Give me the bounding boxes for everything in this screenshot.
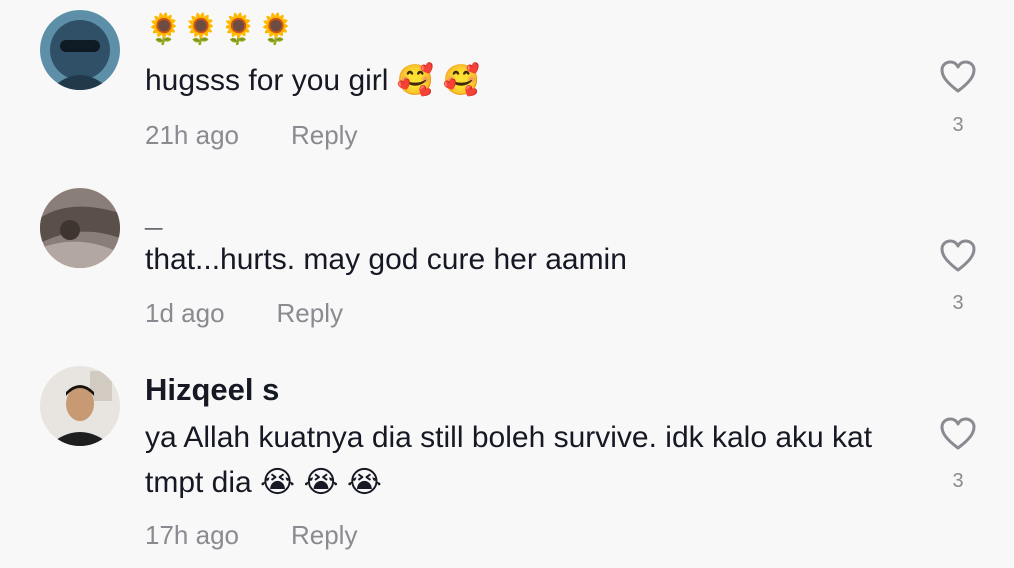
like-count: 3 <box>952 470 964 492</box>
timestamp: 1d ago <box>145 298 225 328</box>
comment-meta: 21h ago Reply <box>145 120 357 150</box>
comment-text: ya Allah kuatnya dia still boleh survive… <box>145 421 873 499</box>
comment-meta: 17h ago Reply <box>145 520 357 550</box>
heart-outline-icon <box>940 60 976 93</box>
comment-text: that...hurts. may god cure her aamin <box>145 243 627 276</box>
comment-meta: 1d ago Reply <box>145 298 343 328</box>
like-button[interactable] <box>938 57 978 97</box>
username[interactable]: _ <box>145 198 162 234</box>
timestamp: 21h ago <box>145 120 239 150</box>
like-button[interactable] <box>938 236 978 276</box>
like-count: 3 <box>952 292 964 314</box>
heart-outline-icon <box>940 417 976 450</box>
reply-button[interactable]: Reply <box>291 520 357 550</box>
avatar[interactable] <box>40 10 120 90</box>
heart-outline-icon <box>940 239 976 272</box>
comment-text: hugsss for you girl 🥰 🥰 <box>145 64 480 97</box>
like-button[interactable] <box>938 414 978 454</box>
like-count: 3 <box>952 114 964 136</box>
avatar[interactable] <box>40 188 120 268</box>
username[interactable]: Hizqeel s <box>145 372 279 408</box>
reply-button[interactable]: Reply <box>277 298 343 328</box>
reply-button[interactable]: Reply <box>291 120 357 150</box>
avatar[interactable] <box>40 366 120 446</box>
username[interactable]: 🌻🌻🌻🌻 <box>145 12 294 48</box>
timestamp: 17h ago <box>145 520 239 550</box>
